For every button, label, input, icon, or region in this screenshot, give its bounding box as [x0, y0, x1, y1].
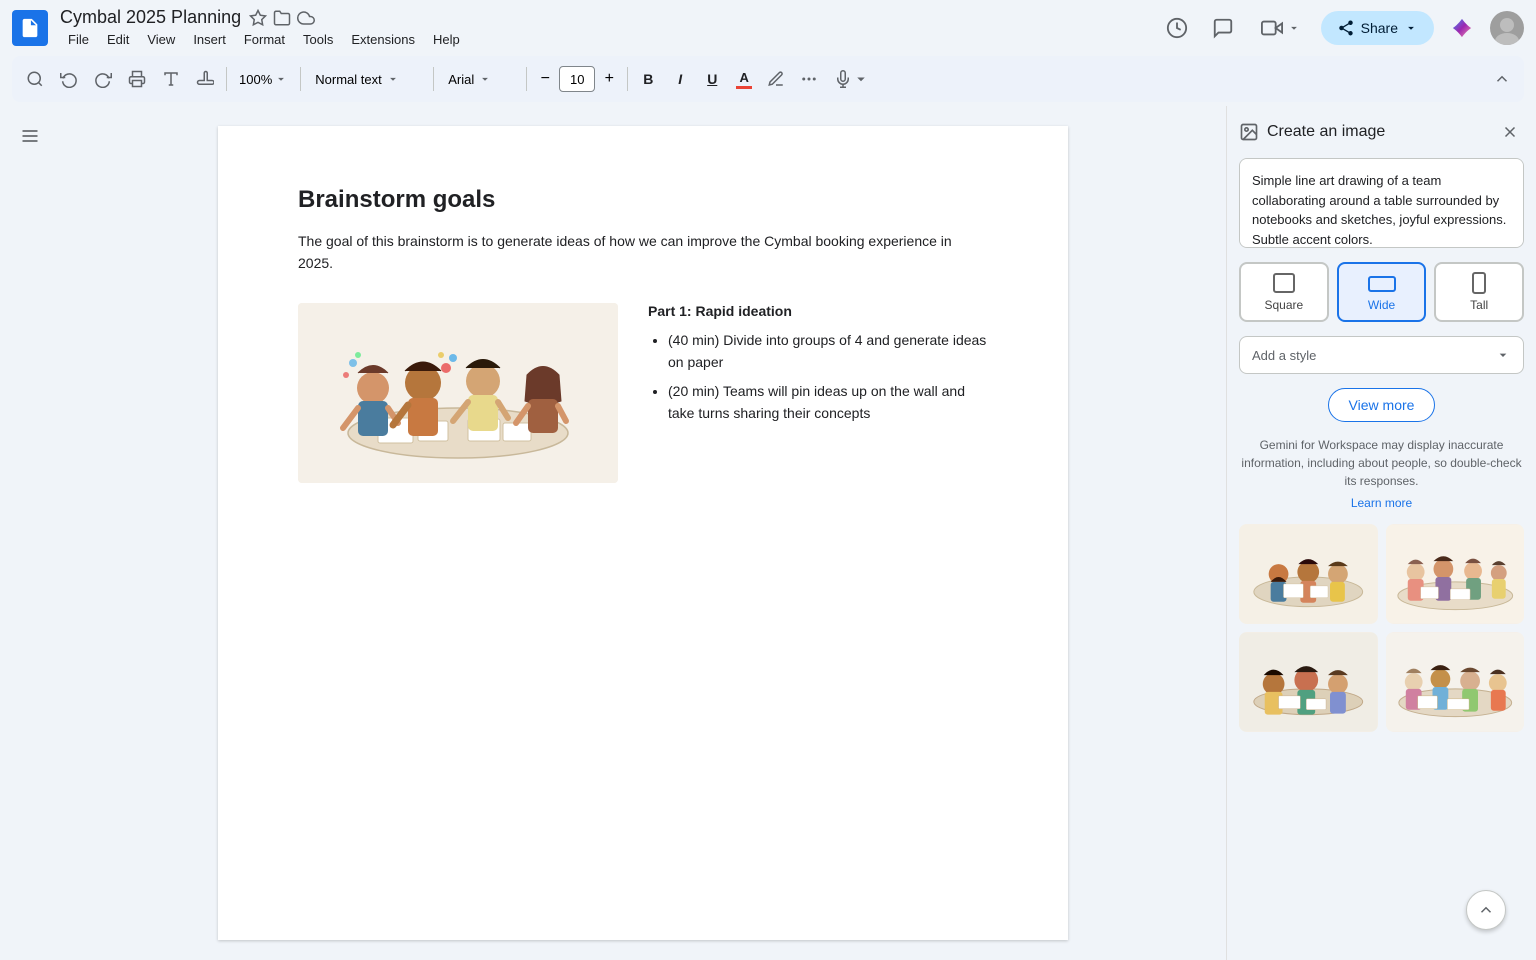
underline-button[interactable]: U [698, 65, 726, 93]
right-panel: Create an image Simple line art drawing … [1226, 106, 1536, 960]
shape-square-label: Square [1264, 298, 1303, 312]
folder-icon[interactable] [273, 9, 291, 27]
font-size-input[interactable] [559, 66, 595, 92]
menu-insert[interactable]: Insert [185, 30, 234, 49]
separator-1 [226, 67, 227, 91]
menu-bar: File Edit View Insert Format Tools Exten… [60, 30, 468, 49]
create-image-icon [1239, 122, 1259, 142]
dropdown-arrow-icon [1495, 347, 1511, 363]
font-size-controls: − + [533, 66, 621, 92]
top-bar: Cymbal 2025 Planning File Edit View Inse… [0, 0, 1536, 56]
top-right-actions: Share [1159, 10, 1524, 46]
style-dropdown[interactable]: Add a style [1239, 336, 1524, 374]
doc-body-text: The goal of this brainstorm is to genera… [298, 230, 988, 275]
more-options-button[interactable] [794, 66, 824, 92]
gemini-button[interactable] [1444, 10, 1480, 46]
zoom-selector[interactable]: 100% [233, 68, 294, 91]
panel-title-area: Create an image [1239, 122, 1385, 142]
bullet-list: (40 min) Divide into groups of 4 and gen… [648, 329, 988, 425]
doc-heading: Brainstorm goals [298, 186, 988, 214]
panel-title: Create an image [1267, 123, 1385, 141]
highlight-button[interactable] [762, 65, 790, 93]
font-selector[interactable]: Arial [440, 68, 520, 91]
doc-two-col: Part 1: Rapid ideation (40 min) Divide i… [298, 303, 988, 483]
main-area: Brainstorm goals The goal of this brains… [0, 106, 1536, 960]
shape-square[interactable]: Square [1239, 262, 1329, 322]
menu-format[interactable]: Format [236, 30, 293, 49]
meet-button[interactable] [1251, 11, 1311, 45]
star-icon[interactable] [249, 9, 267, 27]
text-style-selector[interactable]: Normal text [307, 68, 427, 91]
font-size-increase[interactable]: + [597, 67, 621, 91]
doc-page: Brainstorm goals The goal of this brains… [218, 126, 1068, 940]
learn-more-link[interactable]: Learn more [1239, 496, 1524, 510]
generated-image-1[interactable] [1239, 524, 1378, 624]
part-heading: Part 1: Rapid ideation [648, 303, 988, 319]
menu-tools[interactable]: Tools [295, 30, 341, 49]
bullet-1: (40 min) Divide into groups of 4 and gen… [668, 329, 988, 374]
scroll-up-button[interactable] [1466, 890, 1506, 930]
comments-button[interactable] [1205, 10, 1241, 46]
generated-image-2[interactable] [1386, 524, 1525, 624]
doc-image [298, 303, 618, 483]
menu-extensions[interactable]: Extensions [343, 30, 423, 49]
search-button[interactable] [20, 66, 50, 92]
doc-area[interactable]: Brainstorm goals The goal of this brains… [60, 106, 1226, 960]
separator-5 [627, 67, 628, 91]
share-label: Share [1361, 20, 1398, 36]
generated-image-4[interactable] [1386, 632, 1525, 732]
share-button[interactable]: Share [1321, 11, 1434, 45]
zoom-value: 100% [239, 72, 272, 87]
doc-title-icons [249, 9, 315, 27]
generated-image-3[interactable] [1239, 632, 1378, 732]
style-placeholder: Add a style [1252, 348, 1316, 363]
separator-3 [433, 67, 434, 91]
panel-close-button[interactable] [1496, 118, 1524, 146]
voice-input-button[interactable] [828, 66, 876, 92]
cloud-icon[interactable] [297, 9, 315, 27]
app-icon [12, 10, 48, 46]
prompt-textarea[interactable]: Simple line art drawing of a team collab… [1239, 158, 1524, 248]
toolbar: 100% Normal text Arial − + B I U A [12, 56, 1524, 102]
font-value: Arial [448, 72, 474, 87]
text-color-button[interactable]: A [730, 65, 758, 93]
user-avatar[interactable] [1490, 11, 1524, 45]
shape-wide[interactable]: Wide [1337, 262, 1427, 322]
paint-format-button[interactable] [190, 66, 220, 92]
doc-title-row: Cymbal 2025 Planning [60, 7, 468, 28]
doc-right-content: Part 1: Rapid ideation (40 min) Divide i… [648, 303, 988, 431]
panel-header: Create an image [1239, 118, 1524, 146]
menu-edit[interactable]: Edit [99, 30, 137, 49]
separator-2 [300, 67, 301, 91]
menu-help[interactable]: Help [425, 30, 468, 49]
redo-button[interactable] [88, 66, 118, 92]
disclaimer-text: Gemini for Workspace may display inaccur… [1239, 436, 1524, 490]
sidebar-toggle[interactable] [12, 118, 48, 154]
text-style-value: Normal text [315, 72, 381, 87]
font-size-decrease[interactable]: − [533, 67, 557, 91]
print-button[interactable] [122, 66, 152, 92]
shape-tall[interactable]: Tall [1434, 262, 1524, 322]
undo-button[interactable] [54, 66, 84, 92]
italic-button[interactable]: I [666, 65, 694, 93]
view-more-label: View more [1349, 397, 1415, 413]
shape-wide-label: Wide [1368, 298, 1395, 312]
spellcheck-button[interactable] [156, 66, 186, 92]
menu-file[interactable]: File [60, 30, 97, 49]
shape-options: Square Wide Tall [1239, 262, 1524, 322]
doc-title-area: Cymbal 2025 Planning File Edit View Inse… [60, 7, 468, 49]
view-more-button[interactable]: View more [1328, 388, 1436, 422]
bullet-2: (20 min) Teams will pin ideas up on the … [668, 380, 988, 425]
image-grid [1239, 524, 1524, 732]
menu-view[interactable]: View [139, 30, 183, 49]
shape-tall-label: Tall [1470, 298, 1488, 312]
separator-4 [526, 67, 527, 91]
bold-button[interactable]: B [634, 65, 662, 93]
doc-title-text: Cymbal 2025 Planning [60, 7, 241, 28]
collapse-toolbar-button[interactable] [1488, 65, 1516, 93]
left-sidebar [0, 106, 60, 960]
history-button[interactable] [1159, 10, 1195, 46]
